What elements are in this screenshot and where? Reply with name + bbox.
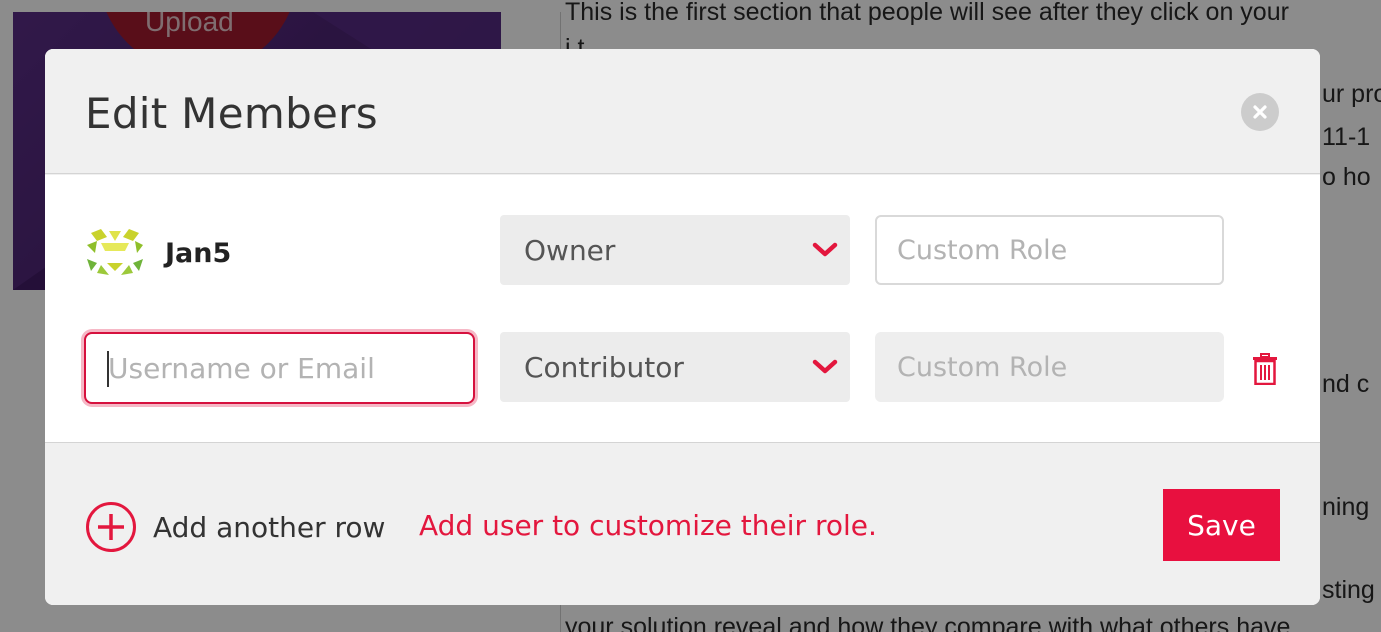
close-icon: [1253, 105, 1267, 119]
role-select[interactable]: Contributor: [500, 332, 850, 402]
custom-role-input[interactable]: [875, 332, 1224, 402]
add-row-label: Add another row: [153, 510, 386, 544]
add-row-button[interactable]: Add another row: [85, 501, 385, 553]
avatar-identicon: [87, 229, 143, 275]
role-select[interactable]: Owner: [500, 215, 850, 285]
hint-message: Add user to customize their role.: [419, 509, 877, 542]
custom-role-input[interactable]: [875, 215, 1224, 285]
member-row: Jan5 Owner: [45, 215, 1320, 287]
chevron-down-icon: [812, 242, 838, 257]
modal-body: Jan5 Owner Contributor: [45, 175, 1320, 443]
modal-title: Edit Members: [85, 89, 378, 138]
new-member-row: Contributor: [45, 332, 1320, 404]
role-select-value: Contributor: [524, 350, 684, 384]
save-button[interactable]: Save: [1163, 489, 1280, 561]
text-cursor: [107, 351, 109, 387]
role-select-value: Owner: [524, 233, 616, 267]
close-button[interactable]: [1241, 93, 1279, 131]
edit-members-modal: Edit Members Jan5 Owner Custom Role User…: [45, 49, 1320, 605]
member-info: Jan5: [85, 229, 231, 277]
plus-circle-icon: [86, 502, 136, 552]
trash-icon[interactable]: [1252, 353, 1278, 385]
member-name: Jan5: [165, 237, 232, 269]
modal-header: Edit Members: [45, 49, 1320, 174]
username-email-input[interactable]: [84, 332, 475, 404]
modal-footer: Add another row Add user to customize th…: [45, 444, 1320, 605]
chevron-down-icon: [812, 359, 838, 374]
